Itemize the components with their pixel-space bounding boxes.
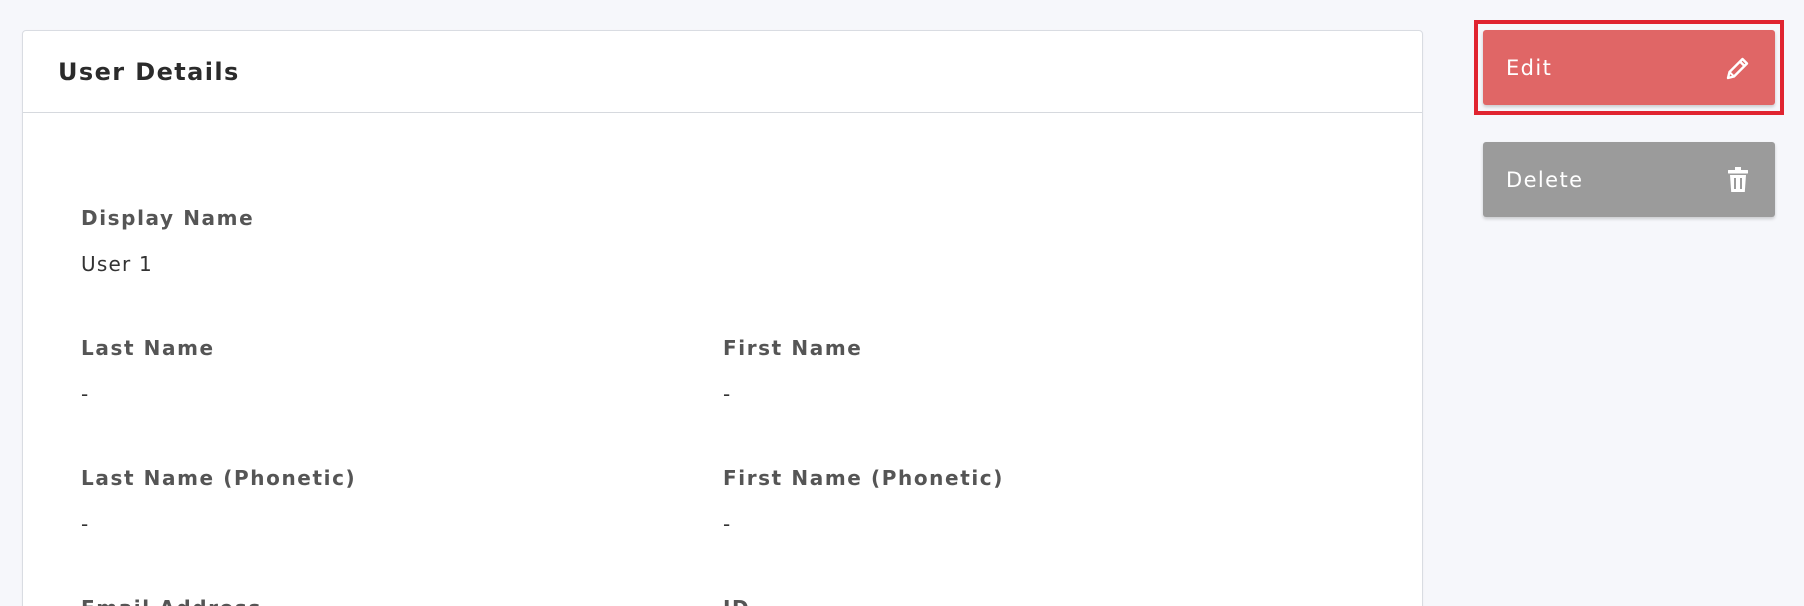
- display-name-value: User 1: [81, 252, 153, 276]
- last-name-phonetic-label: Last Name (Phonetic): [81, 466, 357, 490]
- id-field: ID: [723, 596, 750, 606]
- delete-button[interactable]: Delete: [1483, 142, 1775, 217]
- last-name-value: -: [81, 382, 90, 406]
- first-name-label: First Name: [723, 336, 863, 360]
- edit-button-label: Edit: [1506, 55, 1553, 80]
- trash-icon: [1723, 165, 1753, 195]
- first-name-phonetic-value: -: [723, 512, 732, 536]
- pencil-icon: [1723, 53, 1753, 83]
- last-name-phonetic-value: -: [81, 512, 90, 536]
- display-name-field: Display Name User 1: [81, 206, 254, 276]
- delete-button-label: Delete: [1506, 167, 1584, 192]
- first-name-field: First Name -: [723, 336, 862, 406]
- last-name-label: Last Name: [81, 336, 215, 360]
- card-header: User Details: [23, 31, 1422, 113]
- first-name-value: -: [723, 382, 732, 406]
- last-name-field: Last Name -: [81, 336, 215, 406]
- display-name-label: Display Name: [81, 206, 255, 230]
- last-name-phonetic-field: Last Name (Phonetic) -: [81, 466, 356, 536]
- id-label: ID: [723, 596, 750, 606]
- user-details-card: User Details Display Name User 1 Last Na…: [22, 30, 1423, 606]
- first-name-phonetic-field: First Name (Phonetic) -: [723, 466, 1004, 536]
- email-address-label: Email Address: [81, 596, 262, 606]
- edit-button[interactable]: Edit: [1483, 30, 1775, 105]
- first-name-phonetic-label: First Name (Phonetic): [723, 466, 1005, 490]
- page: User Details Display Name User 1 Last Na…: [0, 0, 1804, 606]
- page-title: User Details: [58, 57, 240, 86]
- email-address-field: Email Address: [81, 596, 262, 606]
